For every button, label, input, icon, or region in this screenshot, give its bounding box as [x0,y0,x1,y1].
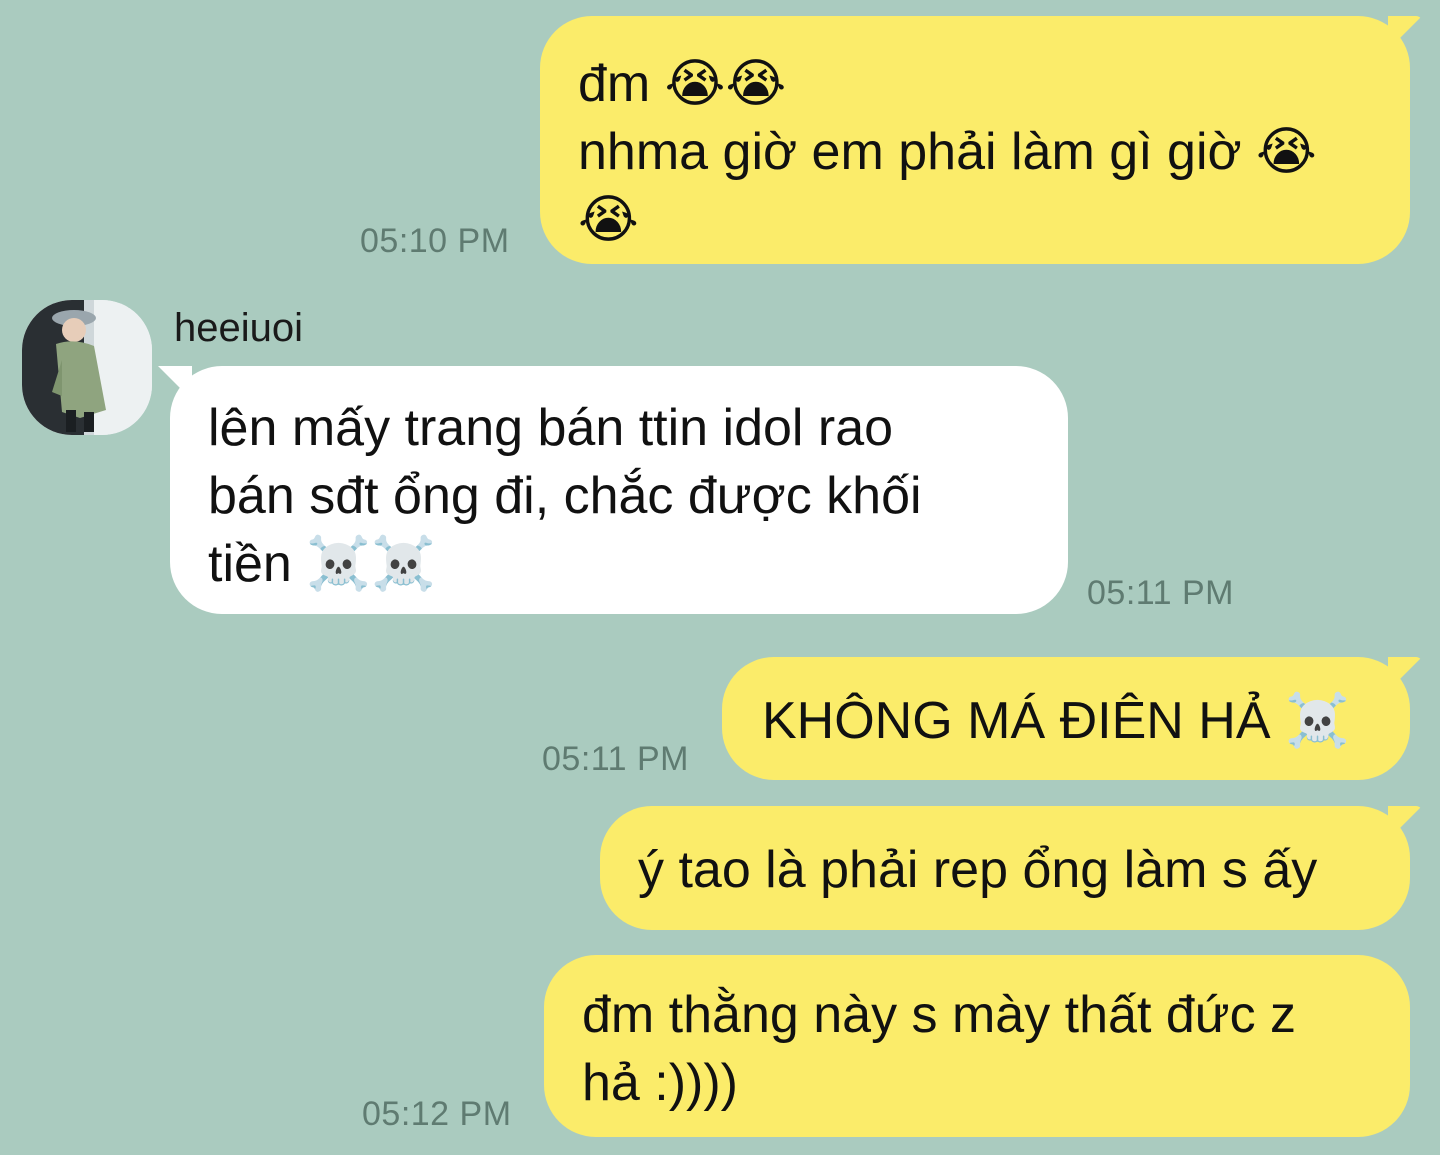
message-text: lên mấy trang bán ttin idol rao bán sđt … [208,399,922,593]
message-timestamp: 05:11 PM [1087,574,1235,612]
chat-thread: đm 😭😭 nhma giờ em phải làm gì giờ 😭 😭 05… [0,0,1440,1155]
message-timestamp: 05:12 PM [362,1095,512,1133]
message-timestamp: 05:10 PM [360,222,510,260]
message-text: đm 😭😭 nhma giờ em phải làm gì giờ 😭 😭 [578,55,1317,249]
message-timestamp: 05:11 PM [542,740,690,778]
user-avatar-photo-icon [22,300,152,435]
message-text: đm thằng này s mày thất đức z hả :)))) [582,986,1297,1112]
contact-avatar[interactable] [22,300,152,435]
message-bubble-outgoing[interactable]: KHÔNG MÁ ĐIÊN HẢ ☠️ [722,657,1410,780]
message-text: KHÔNG MÁ ĐIÊN HẢ ☠️ [762,692,1350,750]
message-bubble-outgoing[interactable]: đm thằng này s mày thất đức z hả :)))) [544,955,1410,1137]
sender-name: heeiuoi [174,306,304,350]
message-text: ý tao là phải rep ổng làm s ấy [638,841,1318,899]
message-bubble-outgoing[interactable]: ý tao là phải rep ổng làm s ấy [600,806,1410,930]
message-bubble-incoming[interactable]: lên mấy trang bán ttin idol rao bán sđt … [170,366,1068,614]
message-bubble-outgoing[interactable]: đm 😭😭 nhma giờ em phải làm gì giờ 😭 😭 [540,16,1410,264]
